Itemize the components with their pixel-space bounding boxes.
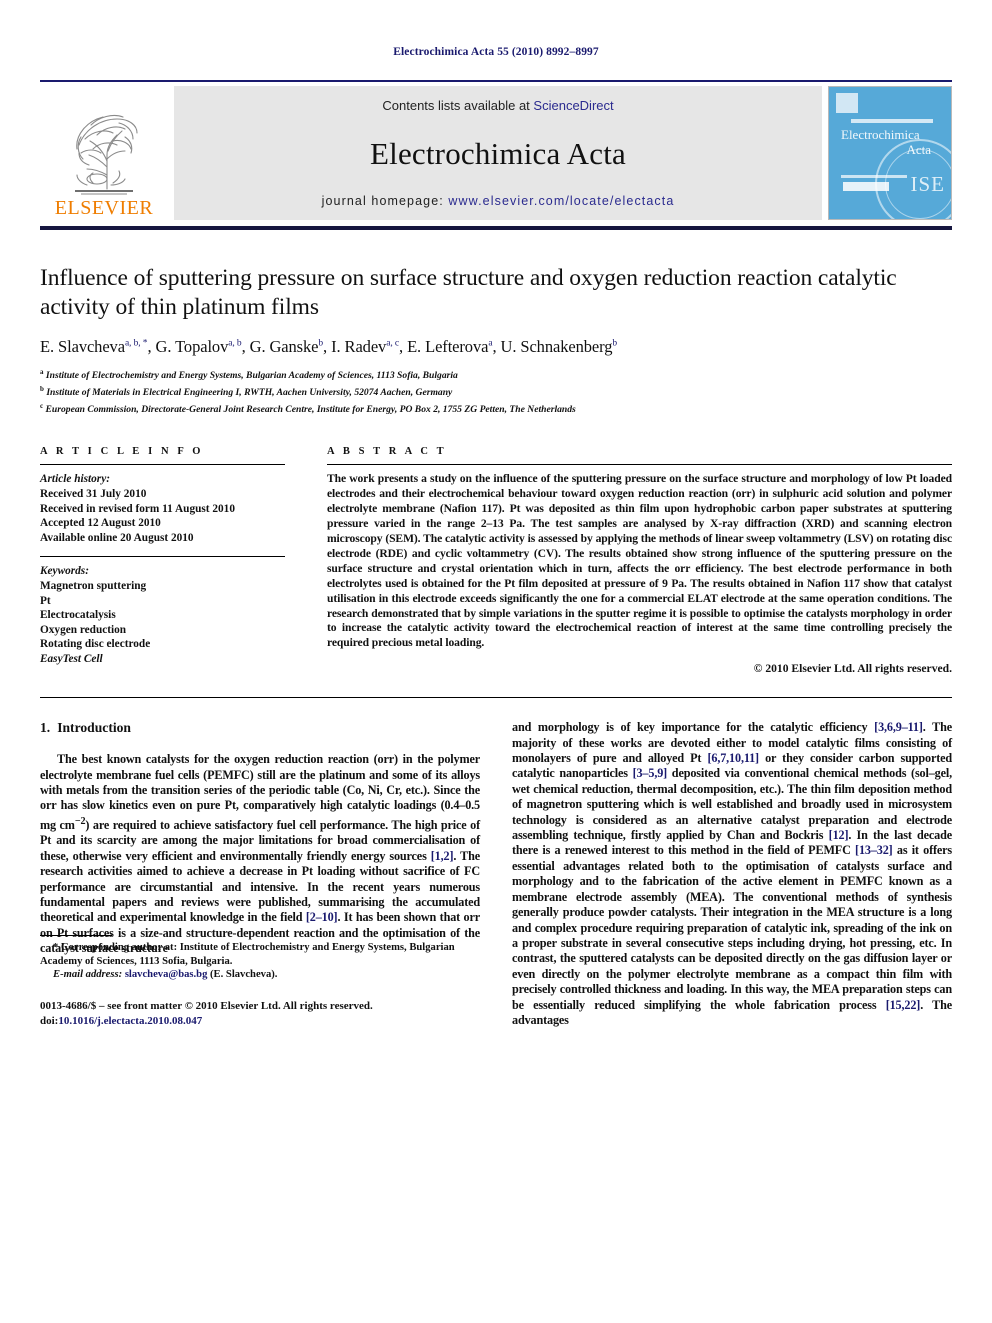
masthead-top-rule — [40, 80, 952, 82]
article-history-block: Article history: Received 31 July 2010 R… — [40, 472, 285, 545]
elsevier-logo: ELSEVIER — [40, 86, 168, 220]
article-info-column: A R T I C L E I N F O Article history: R… — [40, 446, 285, 675]
abstract-rule — [327, 464, 952, 466]
author-marks: a, b, * — [124, 338, 148, 349]
homepage-prefix: journal homepage: — [321, 194, 444, 208]
masthead-center: Contents lists available at ScienceDirec… — [174, 86, 822, 220]
paper-page: Electrochimica Acta 55 (2010) 8992–8997 — [0, 0, 992, 1323]
section-heading-introduction: 1. Introduction — [40, 720, 480, 736]
author-item: E. Slavchevaa, b, * — [40, 337, 148, 356]
author-item: E. Lefterovaa — [407, 337, 493, 356]
author-item: U. Schnakenbergb — [500, 337, 618, 356]
cover-society-line — [851, 119, 933, 123]
author-marks: a — [488, 338, 493, 349]
contents-prefix: Contents lists available at — [382, 98, 530, 113]
doi-link[interactable]: 10.1016/j.electacta.2010.08.047 — [58, 1015, 202, 1027]
imprint-block: 0013-4686/$ – see front matter © 2010 El… — [40, 999, 480, 1028]
intro-paragraph-right: and morphology is of key importance for … — [512, 720, 953, 1027]
history-item: Accepted 12 August 2010 — [40, 517, 161, 530]
keyword-item: Oxygen reduction — [40, 623, 127, 636]
keywords-label: Keywords: — [40, 565, 89, 578]
citation-ref[interactable]: [6,7,10,11] — [707, 751, 759, 765]
author-item: I. Radeva, c — [331, 337, 399, 356]
journal-homepage-link[interactable]: www.elsevier.com/locate/electacta — [448, 194, 674, 208]
cover-elsevier-mark — [836, 93, 858, 113]
issn-frontmatter-line: 0013-4686/$ – see front matter © 2010 El… — [40, 1000, 373, 1013]
citation-ref[interactable]: [1,2] — [431, 849, 454, 863]
history-item: Received 31 July 2010 — [40, 487, 147, 500]
ise-seal-label: ISE — [910, 172, 945, 196]
email-note: E-mail address: slavcheva@bas.bg (E. Sla… — [40, 968, 480, 981]
journal-masthead: ELSEVIER Contents lists available at Sci… — [40, 86, 952, 220]
corresponding-author-note: * Corresponding author at: Institute of … — [40, 942, 455, 967]
history-item: Received in revised form 11 August 2010 — [40, 502, 235, 515]
info-abstract-region: A R T I C L E I N F O Article history: R… — [40, 446, 952, 675]
keywords-rule — [40, 556, 285, 558]
email-label: E-mail address: — [53, 968, 123, 980]
abstract-text: The work presents a study on the influen… — [327, 472, 952, 650]
history-item: Available online 20 August 2010 — [40, 531, 194, 544]
keyword-item: EasyTest Cell — [40, 652, 103, 665]
article-info-heading: A R T I C L E I N F O — [40, 446, 204, 458]
elsevier-tree-icon — [75, 114, 138, 195]
body-columns: 1. Introduction The best known catalysts … — [40, 720, 952, 1028]
abstract-heading: A B S T R A C T — [327, 446, 447, 458]
citation-ref[interactable]: [12] — [829, 828, 849, 842]
keyword-item: Rotating disc electrode — [40, 638, 151, 651]
citation-ref[interactable]: [2–10] — [306, 910, 338, 924]
section-number: 1. — [40, 720, 51, 736]
author-marks: b — [318, 338, 324, 349]
affiliation-list: a Institute of Electrochemistry and Ener… — [40, 366, 952, 416]
running-head: Electrochimica Acta 55 (2010) 8992–8997 — [393, 46, 599, 58]
footnote-rule — [40, 935, 112, 937]
journal-homepage-line: journal homepage: www.elsevier.com/locat… — [322, 194, 675, 208]
journal-cover-thumbnail: Electrochimica Acta ISE — [828, 86, 952, 220]
page-title: Influence of sputtering pressure on surf… — [40, 265, 897, 320]
footnote-zone: * Corresponding author at: Institute of … — [40, 935, 480, 1028]
article-history-label: Article history: — [40, 473, 110, 486]
doi-label: doi: — [40, 1014, 59, 1027]
sciencedirect-link[interactable]: ScienceDirect — [533, 98, 613, 113]
author-item: G. Topalova, b — [155, 337, 242, 356]
keyword-item: Magnetron sputtering — [40, 579, 147, 592]
abstract-column: A B S T R A C T The work presents a stud… — [327, 446, 952, 675]
keywords-block: Keywords: Magnetron sputtering Pt Electr… — [40, 564, 285, 666]
abstract-copyright: © 2010 Elsevier Ltd. All rights reserved… — [753, 662, 952, 676]
affiliation-item: c European Commission, Directorate-Gener… — [40, 401, 576, 415]
affiliation-item: b Institute of Materials in Electrical E… — [40, 384, 453, 398]
citation-ref[interactable]: [15,22] — [886, 998, 921, 1012]
affiliation-item: a Institute of Electrochemistry and Ener… — [40, 368, 458, 382]
author-item: G. Ganskeb — [249, 337, 324, 356]
author-marks: b — [612, 338, 618, 349]
keyword-item: Pt — [40, 594, 51, 607]
author-marks: a, b — [228, 338, 242, 349]
citation-ref[interactable]: [3–5,9] — [633, 766, 668, 780]
doi-line: doi:10.1016/j.electacta.2010.08.047 — [40, 1014, 480, 1029]
article-info-rule — [40, 464, 285, 466]
email-link[interactable]: slavcheva@bas.bg — [125, 969, 208, 980]
body-column-left: 1. Introduction The best known catalysts … — [40, 720, 480, 1028]
keyword-item: Electrocatalysis — [40, 609, 116, 622]
elsevier-wordmark: ELSEVIER — [54, 197, 154, 219]
section-title: Introduction — [57, 720, 131, 736]
intro-paragraph-left: The best known catalysts for the oxygen … — [40, 752, 481, 956]
superscript-exponent: −2 — [74, 815, 86, 827]
author-list: E. Slavchevaa, b, *, G. Topalova, b, G. … — [40, 337, 618, 356]
body-column-right: and morphology is of key importance for … — [512, 720, 952, 1028]
journal-title: Electrochimica Acta — [370, 135, 626, 171]
citation-ref[interactable]: [13–32] — [855, 843, 893, 857]
masthead-bottom-rule — [40, 226, 952, 230]
body-separator-rule — [40, 697, 952, 699]
email-owner: (E. Slavcheva). — [210, 968, 278, 980]
citation-ref[interactable]: [3,6,9–11] — [874, 720, 923, 734]
author-marks: a, c — [386, 338, 399, 349]
contents-line: Contents lists available at ScienceDirec… — [382, 98, 613, 113]
